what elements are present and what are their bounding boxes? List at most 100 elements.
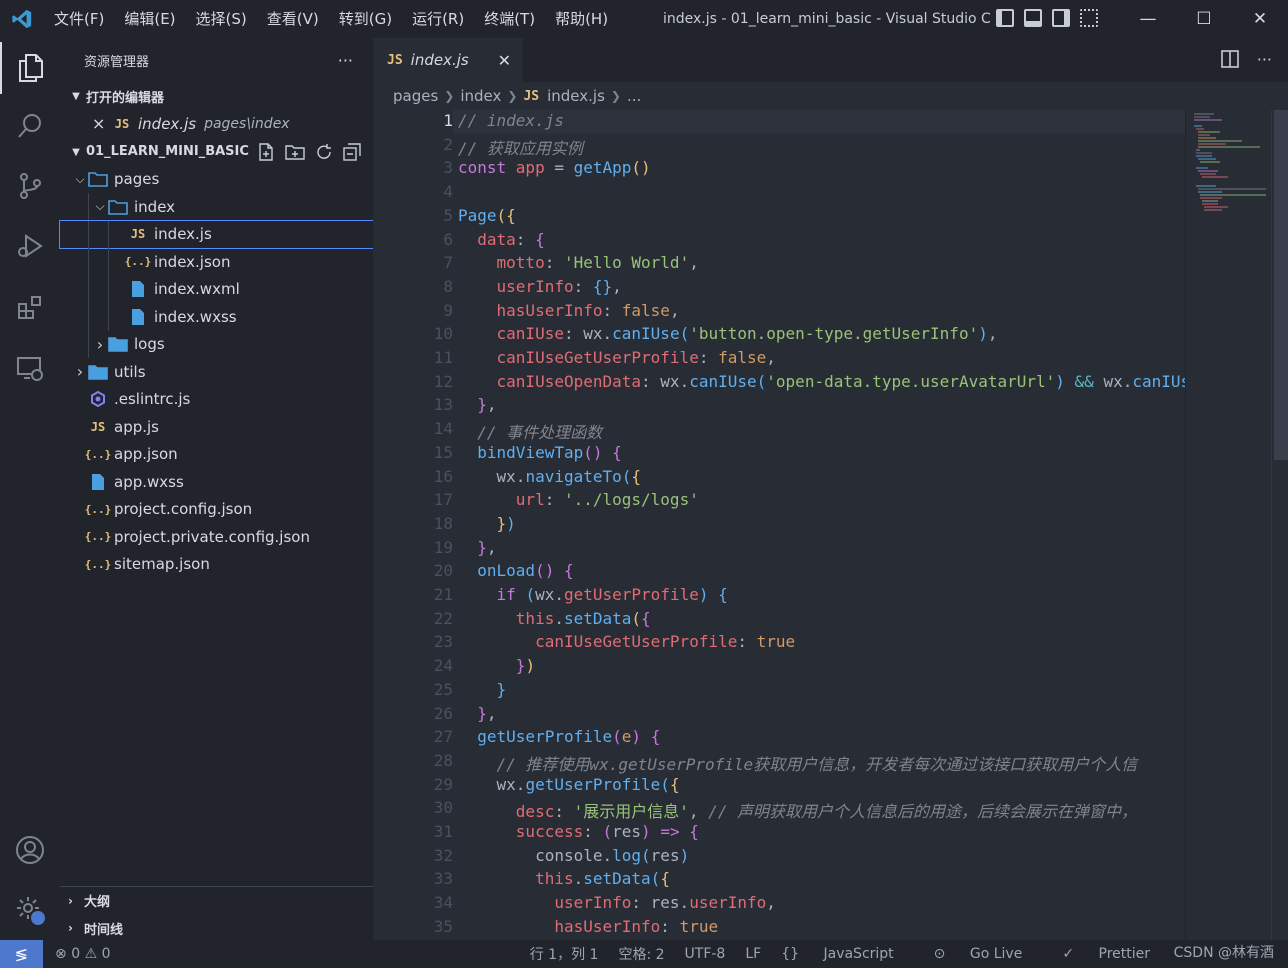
minimize-button[interactable]: — (1120, 0, 1176, 38)
line-number: 25 (433, 679, 453, 699)
code-editor[interactable]: 1// index.js 2// 获取应用实例 3 const app = getAp… (373, 110, 1185, 940)
refresh-icon[interactable] (315, 143, 333, 161)
line-number: 28 (433, 750, 453, 770)
menu-item[interactable]: 文件(F) (44, 0, 114, 38)
code-token: : (544, 490, 564, 510)
tree-item[interactable]: {..} sitemap.json (60, 551, 373, 579)
more-actions-button[interactable]: ··· (338, 51, 353, 70)
split-editor-icon[interactable] (1220, 50, 1239, 68)
line-number: 29 (433, 774, 453, 794)
code-token: { (612, 442, 622, 462)
line-number: 26 (433, 703, 453, 723)
code-token: desc (515, 802, 555, 822)
tree-item[interactable]: index.wxss (60, 303, 373, 331)
minimap[interactable] (1185, 110, 1271, 940)
close-window-button[interactable]: ✕ (1232, 0, 1288, 38)
new-folder-icon[interactable] (285, 143, 305, 161)
remote-indicator-button[interactable]: ≶ (0, 940, 43, 968)
new-file-icon[interactable] (257, 142, 275, 161)
editor-tabs: JS index.js ✕ ··· (373, 38, 1288, 82)
tab-index-js[interactable]: JS index.js ✕ (373, 38, 523, 82)
breadcrumb-item[interactable]: pages (393, 87, 438, 105)
customize-layout-icon[interactable] (1080, 9, 1098, 27)
tree-item[interactable]: JS app.js (60, 413, 373, 441)
code-token: { (650, 727, 661, 747)
breadcrumb-item[interactable]: index.js (547, 87, 605, 105)
collapse-all-icon[interactable] (343, 142, 361, 161)
explorer-icon[interactable] (0, 42, 60, 94)
menu-item[interactable]: 查看(V) (257, 0, 329, 38)
scrollbar-thumb[interactable] (1274, 110, 1288, 460)
tree-item[interactable]: › logs (60, 330, 373, 358)
close-tab-icon[interactable]: ✕ (498, 51, 511, 70)
toggle-primary-sidebar-icon[interactable] (996, 9, 1014, 27)
prettier-button[interactable]: ✓ Prettier (1062, 946, 1170, 962)
code-line: // 推荐使用wx.getUserProfile获取用户信息，开发者每次通过该接… (458, 751, 1138, 775)
code-token: . (554, 608, 564, 628)
encoding[interactable]: UTF-8 (685, 946, 726, 962)
accounts-icon[interactable] (0, 824, 60, 876)
cursor-position[interactable]: 行 1，列 1 (530, 944, 599, 964)
tree-item[interactable]: {..} project.config.json (60, 496, 373, 524)
tree-item[interactable]: app.wxss (60, 468, 373, 496)
code-token: ) (978, 324, 988, 344)
code-token: wx. (1093, 371, 1133, 391)
tree-item[interactable]: {..} index.json (60, 248, 373, 276)
code-token: ) (1055, 371, 1065, 391)
code-token: ( (660, 774, 670, 794)
code-token: } (496, 679, 507, 699)
tree-item[interactable]: index.wxml (60, 275, 373, 303)
code-token: , (689, 253, 699, 273)
project-section[interactable]: ▼ 01_LEARN_MINI_BASIC (60, 138, 373, 166)
tree-item[interactable]: .eslintrc.js (60, 386, 373, 414)
extensions-icon[interactable] (0, 282, 60, 334)
code-token: : wx. (563, 324, 613, 344)
source-control-icon[interactable] (0, 160, 60, 212)
code-token: // 声明获取用户个人信息后的用途，后续会展示在弹窗中， (708, 802, 1138, 822)
tree-item[interactable]: {..} app.json (60, 441, 373, 469)
remote-explorer-icon[interactable] (0, 342, 60, 394)
line-number: 27 (433, 727, 453, 747)
go-live-button[interactable]: ⊙ Go Live (934, 946, 1043, 962)
run-debug-icon[interactable] (0, 220, 60, 272)
file-icon (128, 281, 148, 298)
menu-item[interactable]: 运行(R) (402, 0, 474, 38)
menu-item[interactable]: 帮助(H) (545, 0, 618, 38)
breadcrumb-item[interactable]: index (460, 87, 501, 105)
maximize-button[interactable]: ☐ (1176, 0, 1232, 38)
editor-more-actions-button[interactable]: ··· (1257, 50, 1272, 69)
breadcrumb-item[interactable]: ... (627, 87, 641, 105)
json-file-icon: {..} (84, 530, 112, 544)
menu-item[interactable]: 编辑(E) (114, 0, 185, 38)
tree-item[interactable]: › utils (60, 358, 373, 386)
timeline-section[interactable]: › 时间线 (60, 914, 373, 942)
language-mode[interactable]: {} JavaScript (781, 946, 913, 962)
search-icon[interactable] (0, 100, 60, 152)
tree-item[interactable]: ⌵ pages (60, 166, 373, 194)
code-token: ( (631, 608, 642, 628)
menu-item[interactable]: 终端(T) (474, 0, 545, 38)
toggle-secondary-sidebar-icon[interactable] (1052, 9, 1070, 27)
end-of-line[interactable]: LF (745, 946, 761, 962)
timeline-label: 时间线 (84, 922, 124, 938)
indentation[interactable]: 空格: 2 (618, 944, 664, 964)
toggle-panel-icon[interactable] (1024, 9, 1042, 27)
open-editors-section[interactable]: ▼ 打开的编辑器 (60, 82, 373, 110)
chevron-down-icon: ▼ (72, 90, 80, 102)
close-editor-icon[interactable]: × (92, 114, 108, 133)
code-token: () (583, 442, 603, 462)
tree-item[interactable]: JS index.js (59, 219, 374, 249)
tree-item[interactable]: ⌵ index (60, 193, 373, 221)
menu-item[interactable]: 转到(G) (329, 0, 402, 38)
open-editor-item[interactable]: × JS index.js pages\index (60, 110, 373, 138)
vertical-scrollbar[interactable] (1271, 110, 1288, 940)
manage-gear-icon[interactable] (0, 884, 60, 936)
code-token: , (688, 802, 709, 822)
problems-indicator[interactable]: ⊗ 0 ⚠ 0 (55, 946, 111, 962)
outline-section[interactable]: › 大纲 (60, 886, 373, 914)
tree-item[interactable]: {..} project.private.config.json (60, 523, 373, 551)
menu-item[interactable]: 选择(S) (186, 0, 257, 38)
